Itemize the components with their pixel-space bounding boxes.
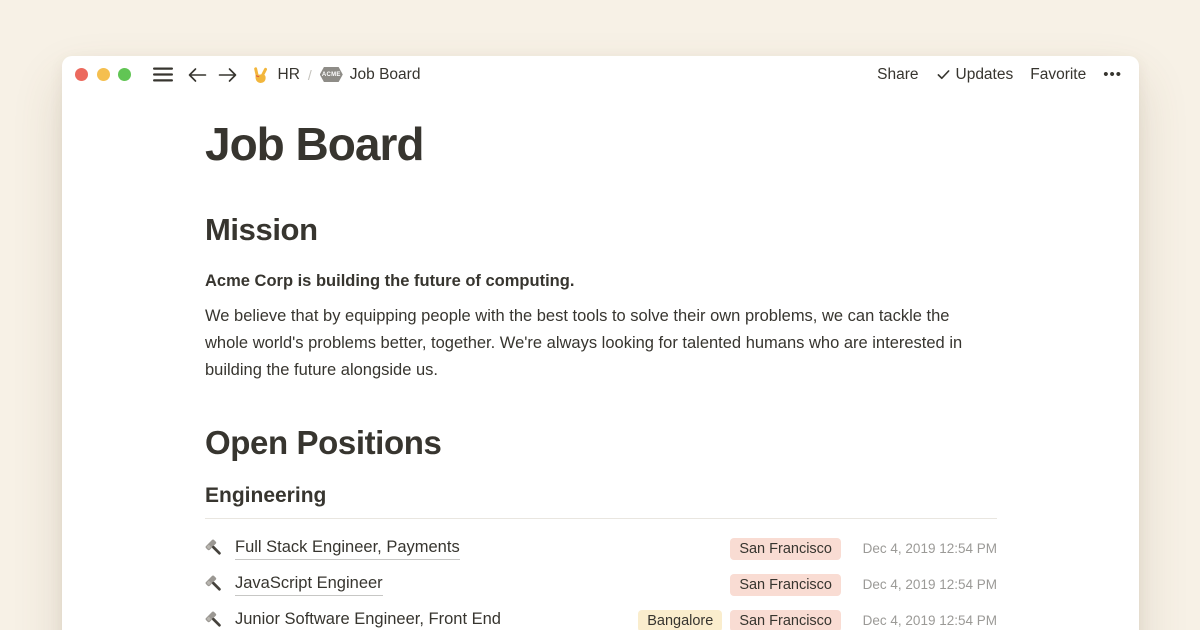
breadcrumb-separator: / — [308, 67, 312, 83]
window-close-button[interactable] — [75, 68, 88, 81]
hammer-icon — [205, 575, 224, 594]
job-date: Dec 4, 2019 12:54 PM — [847, 541, 997, 556]
job-link[interactable]: Full Stack Engineer, Payments — [235, 538, 460, 560]
window-zoom-button[interactable] — [118, 68, 131, 81]
job-row[interactable]: Junior Software Engineer, Front End Bang… — [205, 603, 997, 630]
window-topbar: HR / ACME Job Board Share Updates Favori… — [62, 56, 1139, 93]
forward-arrow-icon[interactable] — [218, 67, 238, 83]
job-list: Full Stack Engineer, Payments San Franci… — [205, 531, 997, 630]
breadcrumb-workspace[interactable]: HR — [278, 66, 300, 84]
engineering-heading: Engineering — [205, 483, 997, 509]
job-row[interactable]: Full Stack Engineer, Payments San Franci… — [205, 531, 997, 567]
job-tags: San Francisco — [730, 574, 841, 596]
job-date: Dec 4, 2019 12:54 PM — [847, 577, 997, 592]
job-tags: Bangalore San Francisco — [638, 610, 841, 630]
job-tags: San Francisco — [730, 538, 841, 560]
job-link[interactable]: Junior Software Engineer, Front End — [235, 610, 501, 630]
acme-page-icon: ACME — [320, 67, 343, 82]
open-positions-heading: Open Positions — [205, 424, 997, 462]
updates-button[interactable]: Updates — [936, 66, 1014, 84]
notion-window: HR / ACME Job Board Share Updates Favori… — [62, 56, 1139, 630]
check-icon — [936, 67, 951, 82]
window-minimize-button[interactable] — [97, 68, 110, 81]
topbar-actions: Share Updates Favorite ••• — [877, 66, 1122, 84]
mission-body: We believe that by equipping people with… — [205, 303, 997, 384]
hammer-icon — [205, 539, 224, 558]
job-link[interactable]: JavaScript Engineer — [235, 574, 383, 596]
location-tag: Bangalore — [638, 610, 722, 630]
breadcrumb-page[interactable]: Job Board — [350, 66, 421, 84]
hammer-icon — [205, 611, 224, 630]
victory-hand-icon — [251, 65, 270, 84]
share-button[interactable]: Share — [877, 66, 918, 84]
updates-label: Updates — [956, 66, 1014, 84]
sidebar-menu-icon[interactable] — [153, 67, 173, 82]
location-tag: San Francisco — [730, 574, 841, 596]
location-tag: San Francisco — [730, 610, 841, 630]
job-date: Dec 4, 2019 12:54 PM — [847, 613, 997, 628]
location-tag: San Francisco — [730, 538, 841, 560]
page-content: Job Board Mission Acme Corp is building … — [62, 121, 1139, 630]
back-arrow-icon[interactable] — [187, 67, 207, 83]
section-divider — [205, 518, 997, 519]
mission-statement: Acme Corp is building the future of comp… — [205, 268, 997, 295]
job-row[interactable]: JavaScript Engineer San Francisco Dec 4,… — [205, 567, 997, 603]
favorite-button[interactable]: Favorite — [1030, 66, 1086, 84]
page-title: Job Board — [205, 121, 997, 168]
mission-heading: Mission — [205, 212, 997, 248]
more-options-button[interactable]: ••• — [1103, 66, 1122, 83]
